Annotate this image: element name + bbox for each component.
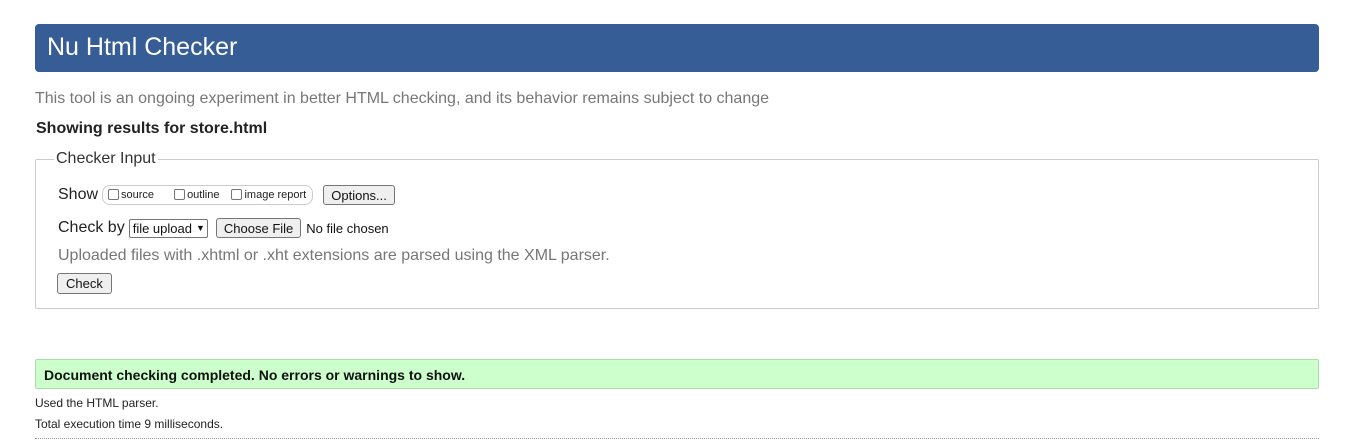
check-button[interactable]: Check	[57, 273, 112, 294]
show-options-row: Show source outline image report Options…	[58, 184, 395, 206]
check-by-row: Check by file upload ▼ Choose File No fi…	[58, 218, 389, 238]
check-by-selected-value: file upload	[132, 220, 192, 236]
results-heading: Showing results for store.html	[36, 120, 268, 137]
outline-label: outline	[187, 189, 220, 201]
show-source-option[interactable]: source	[108, 188, 155, 201]
outline-checkbox[interactable]	[174, 188, 186, 200]
intro-text: This tool is an ongoing experiment in be…	[35, 90, 770, 107]
divider	[35, 438, 1319, 439]
show-image-report-option[interactable]: image report	[231, 188, 307, 201]
source-label: source	[121, 189, 155, 201]
chevron-down-icon: ▼	[195, 223, 205, 233]
header-banner: Nu Html Checker	[35, 24, 1319, 72]
checker-input-legend: Checker Input	[54, 150, 158, 168]
success-message: Document checking completed. No errors o…	[44, 367, 466, 383]
page: Nu Html Checker This tool is an ongoing …	[0, 0, 1347, 444]
file-status-text: No file chosen	[306, 220, 389, 236]
xml-parser-note: Uploaded files with .xhtml or .xht exten…	[58, 247, 610, 264]
parser-info: Used the HTML parser.	[35, 396, 159, 410]
success-message-box: Document checking completed. No errors o…	[35, 359, 1319, 389]
choose-file-button[interactable]: Choose File	[215, 218, 302, 238]
image-report-label: image report	[244, 189, 307, 201]
show-options-group: source outline image report	[102, 185, 314, 205]
source-checkbox[interactable]	[108, 188, 120, 200]
timing-info: Total execution time 9 milliseconds.	[35, 417, 224, 431]
show-label: Show	[58, 186, 99, 203]
image-report-checkbox[interactable]	[231, 188, 243, 200]
check-by-label: Check by	[58, 219, 125, 236]
check-by-select[interactable]: file upload ▼	[128, 218, 208, 238]
page-title: Nu Html Checker	[47, 33, 238, 61]
options-button[interactable]: Options...	[323, 185, 395, 205]
show-outline-option[interactable]: outline	[174, 188, 220, 201]
